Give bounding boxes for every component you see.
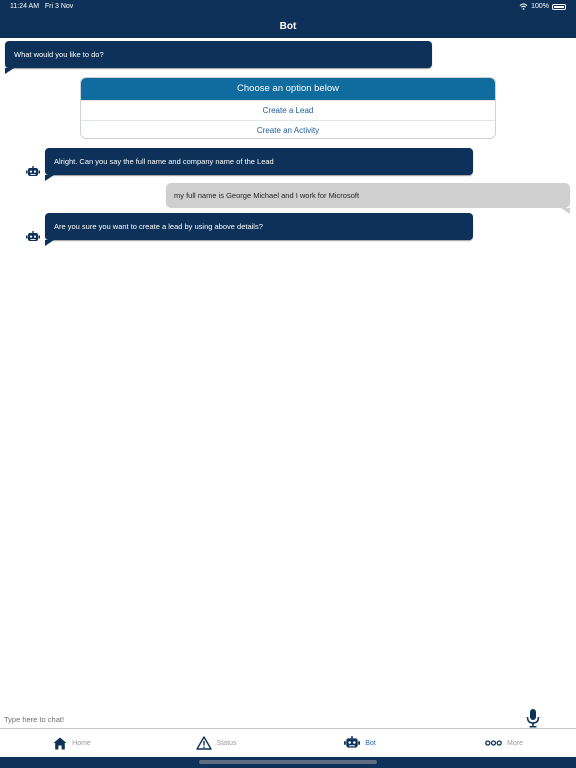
wifi-icon (519, 3, 528, 10)
page-title: Bot (279, 21, 297, 32)
bottom-bar (0, 757, 576, 768)
message-text: Alright. Can you say the full name and c… (54, 157, 274, 166)
status-time: 11:24 AM Fri 3 Nov (10, 3, 73, 10)
tab-status[interactable]: Status (144, 729, 288, 757)
home-icon (53, 737, 67, 749)
tab-label: Home (72, 739, 91, 747)
robot-avatar-icon (26, 166, 40, 176)
tab-home[interactable]: Home (0, 729, 144, 757)
chat-input-bar (0, 706, 576, 729)
chat-input[interactable] (4, 712, 504, 726)
message-text: Are you sure you want to create a lead b… (54, 222, 263, 231)
status-date: Fri 3 Nov (44, 3, 74, 10)
tab-bar: Home Status Bot More (0, 729, 576, 757)
status-indicators: 100% (519, 3, 566, 10)
user-message-bubble: my full name is George Michael and I wor… (166, 183, 570, 214)
robot-avatar-icon (26, 231, 40, 241)
options-card: Choose an option below Create a Lead Cre… (80, 77, 496, 139)
option-create-activity[interactable]: Create an Activity (81, 120, 495, 138)
message-text: What would you like to do? (14, 50, 104, 59)
robot-icon (344, 736, 361, 748)
home-indicator[interactable] (199, 760, 377, 764)
tab-label: Bot (365, 739, 376, 747)
bot-message-bubble: Alright. Can you say the full name and c… (45, 148, 473, 181)
top-bar: 11:24 AM Fri 3 Nov 100% Bot (0, 0, 576, 38)
bot-message-bubble: What would you like to do? (5, 41, 432, 74)
tab-label: More (507, 739, 523, 747)
microphone-icon[interactable] (526, 708, 540, 728)
tab-label: Status (216, 739, 237, 747)
warning-icon (195, 736, 212, 750)
status-clock: 11:24 AM (10, 3, 40, 10)
option-create-lead[interactable]: Create a Lead (81, 100, 495, 120)
message-text: my full name is George Michael and I wor… (174, 191, 360, 200)
battery-icon (552, 3, 566, 10)
tab-more[interactable]: More (432, 729, 576, 757)
battery-percent: 100% (531, 3, 549, 10)
more-icon (485, 740, 502, 746)
bot-message-bubble: Are you sure you want to create a lead b… (45, 213, 473, 246)
tab-bot[interactable]: Bot (288, 729, 432, 757)
options-card-title: Choose an option below (81, 78, 495, 100)
